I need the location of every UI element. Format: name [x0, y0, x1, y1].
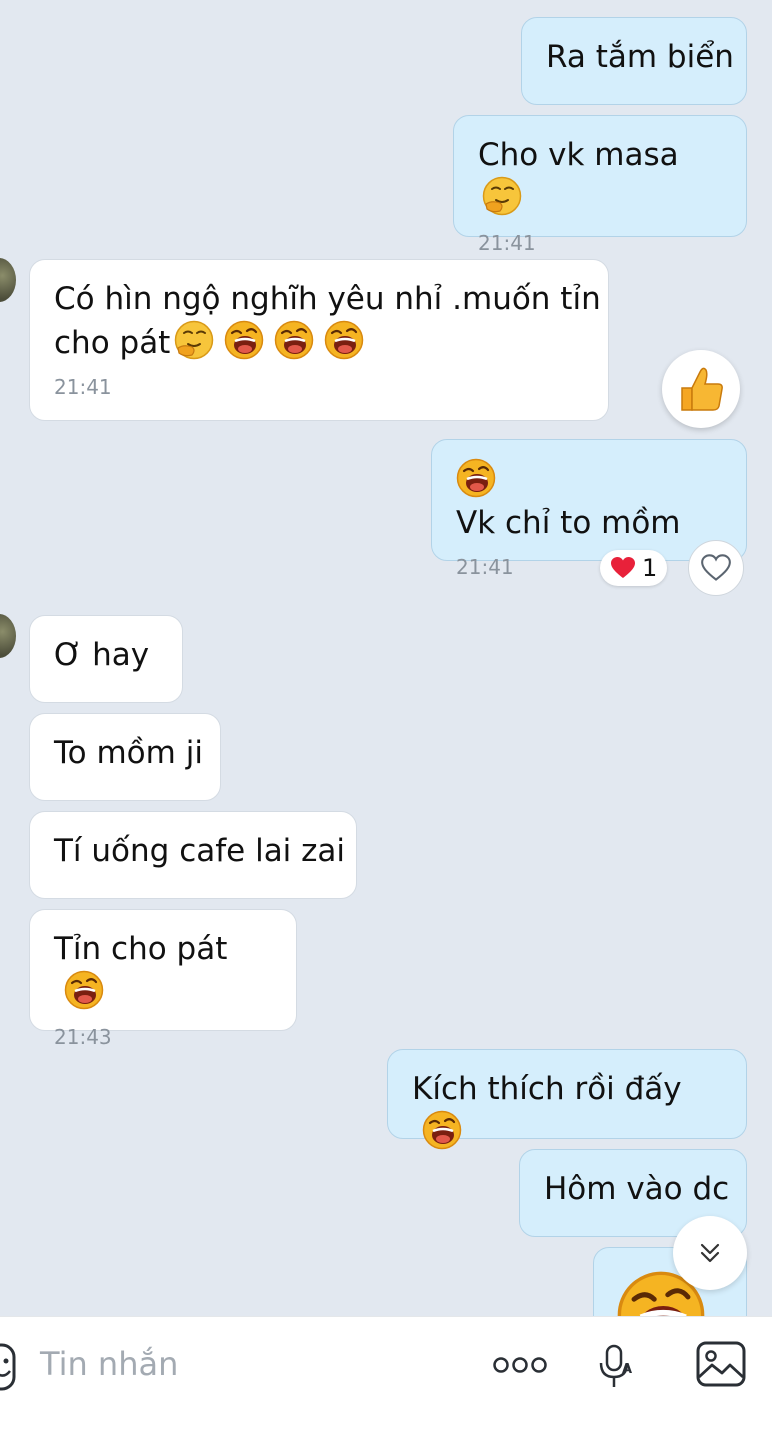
- voice-to-text-button[interactable]: A: [598, 1343, 638, 1395]
- sticker-button[interactable]: [0, 1343, 16, 1395]
- message-composer: Tin nhắn A: [0, 1316, 772, 1450]
- laughing-emoji-icon: [274, 320, 314, 360]
- more-options-button[interactable]: [492, 1355, 548, 1379]
- message-list[interactable]: Ra tắm biển Cho vk masa 21:41 Có hìn ngộ…: [0, 0, 772, 1316]
- laughing-emoji-icon: [324, 320, 364, 360]
- message-text: Có hìn ngộ nghĩh yêu nhỉ .muốn tỉn: [54, 281, 601, 317]
- image-picker-button[interactable]: [696, 1341, 746, 1391]
- message-input[interactable]: Tin nhắn: [40, 1345, 178, 1383]
- message-incoming[interactable]: Ơ hay: [29, 615, 183, 703]
- message-text-line2: cho pát: [54, 325, 171, 361]
- message-text: Ra tắm biển: [546, 39, 734, 75]
- voice-text-icon: A: [599, 1344, 632, 1387]
- message-incoming[interactable]: Có hìn ngộ nghĩh yêu nhỉ .muốn tỉn cho p…: [29, 259, 609, 421]
- message-time: 21:41: [54, 375, 112, 399]
- message-text: Kích thích rồi đấy: [412, 1071, 682, 1107]
- message-text: Hôm vào dc: [544, 1171, 730, 1207]
- message-outgoing[interactable]: Cho vk masa 21:41: [453, 115, 747, 255]
- thinking-emoji-icon: [174, 320, 214, 360]
- message-text: Ơ hay: [54, 637, 150, 673]
- message-text: Tỉn cho pát: [54, 931, 228, 967]
- laughing-emoji-icon: [64, 970, 104, 1010]
- react-heart-button[interactable]: [688, 540, 744, 596]
- message-incoming[interactable]: To mồm ji: [29, 713, 221, 801]
- more-icon: [493, 1357, 547, 1373]
- message-outgoing[interactable]: Kích thích rồi đấy: [387, 1049, 747, 1139]
- reaction-count: 1: [642, 554, 658, 582]
- thumbs-up-reaction-button[interactable]: [662, 350, 740, 428]
- message-text: To mồm ji: [54, 735, 203, 771]
- heart-reaction-badge[interactable]: 1: [600, 550, 668, 586]
- message-time: 21:41: [456, 555, 514, 579]
- image-icon: [696, 1341, 746, 1387]
- thumbs-up-icon: [681, 367, 723, 411]
- message-outgoing[interactable]: Ra tắm biển: [521, 17, 747, 105]
- laughing-emoji-icon: [422, 1110, 462, 1150]
- message-incoming[interactable]: Tí uống cafe lai zai: [29, 811, 357, 899]
- message-incoming[interactable]: Tỉn cho pát 21:43: [29, 909, 297, 1049]
- heart-outline-icon: [701, 554, 731, 581]
- message-outgoing[interactable]: Vk chỉ to mồm 21:41: [431, 439, 747, 579]
- svg-text:A: A: [622, 1362, 632, 1377]
- heart-icon: [611, 557, 635, 578]
- avatar[interactable]: [0, 258, 16, 302]
- chevron-double-down-icon: [700, 1243, 720, 1263]
- thinking-emoji-icon: [482, 176, 522, 216]
- message-text: Tí uống cafe lai zai: [54, 833, 346, 869]
- message-time: 21:43: [54, 1025, 112, 1049]
- laughing-emoji-icon: [224, 320, 264, 360]
- laughing-emoji-icon: [456, 458, 496, 498]
- scroll-to-bottom-button[interactable]: [673, 1216, 747, 1290]
- message-time: 21:41: [478, 231, 536, 255]
- sticker-icon: [0, 1343, 16, 1391]
- message-text: Cho vk masa: [478, 137, 679, 173]
- message-text: Vk chỉ to mồm: [456, 505, 681, 541]
- avatar[interactable]: [0, 614, 16, 658]
